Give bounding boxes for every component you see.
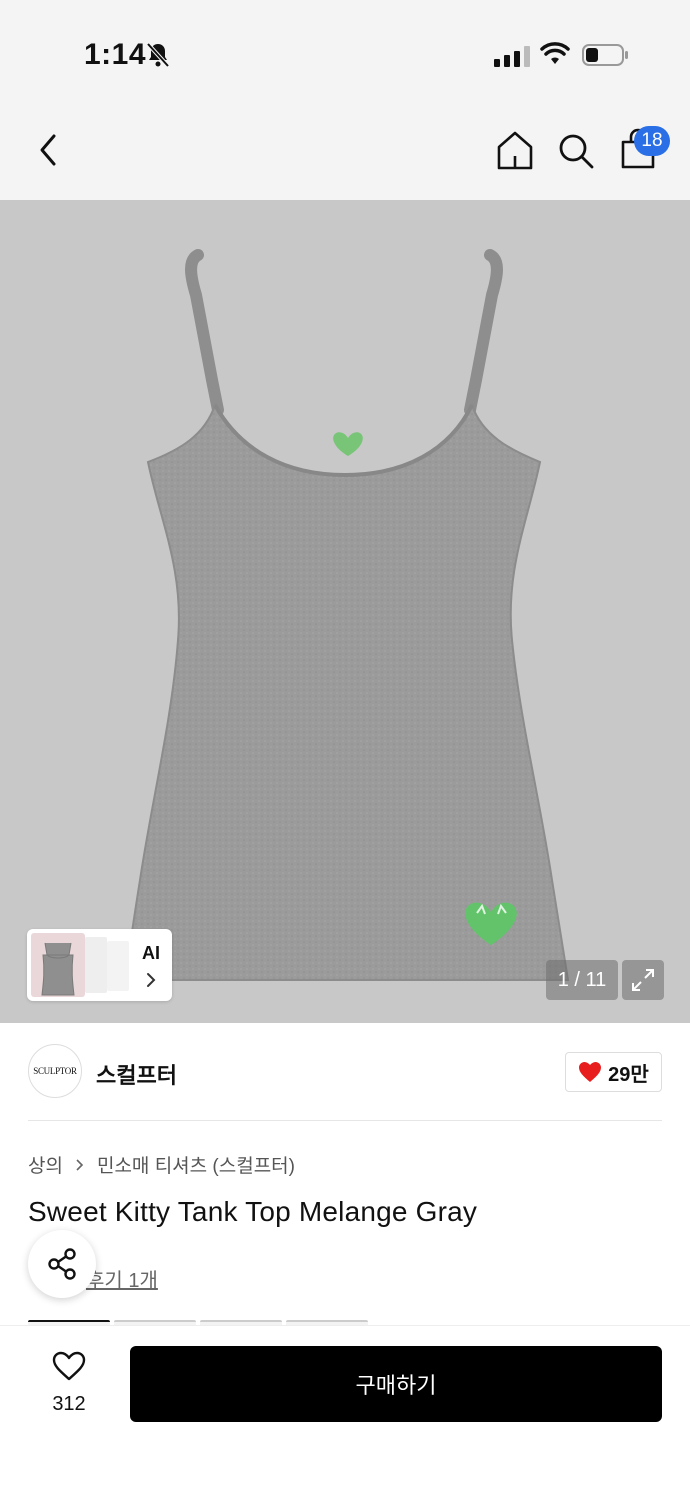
- breadcrumb-item-subcategory[interactable]: 민소매 티셔츠 (스컬프터): [97, 1151, 295, 1178]
- wishlist-count: 312: [52, 1393, 86, 1415]
- cart-count-badge: 18: [634, 126, 670, 156]
- cellular-signal-icon: [494, 45, 530, 67]
- bell-off-icon: [146, 42, 170, 68]
- product-image: [123, 249, 570, 981]
- ai-label: AI: [142, 943, 160, 963]
- ai-thumbnail: [85, 937, 107, 993]
- chevron-right-icon: [147, 973, 156, 987]
- chevron-right-icon: [76, 1158, 84, 1171]
- expand-image-button[interactable]: [622, 960, 664, 1000]
- brand-row: SCULPTOR 스컬프터 29만: [0, 1023, 690, 1121]
- back-icon[interactable]: [34, 132, 64, 168]
- product-image-gallery[interactable]: [0, 200, 690, 1023]
- wishlist-button[interactable]: 312: [30, 1350, 108, 1416]
- brand-logo[interactable]: SCULPTOR: [28, 1044, 82, 1098]
- search-icon[interactable]: [556, 131, 596, 171]
- brand-name[interactable]: 스컬프터: [96, 1058, 177, 1090]
- breadcrumb: 상의 민소매 티셔츠 (스컬프터): [28, 1151, 295, 1178]
- ai-thumbnail: [31, 933, 85, 997]
- wifi-icon: [540, 42, 570, 64]
- battery-icon: [582, 44, 628, 66]
- image-page-counter: 1 / 11: [546, 960, 618, 1000]
- product-title: Sweet Kitty Tank Top Melange Gray: [28, 1196, 478, 1227]
- expand-icon: [632, 969, 654, 991]
- review-link[interactable]: 후기 1개: [86, 1264, 158, 1293]
- status-time: 1:14: [84, 38, 147, 71]
- buy-button[interactable]: 구매하기: [130, 1346, 662, 1422]
- share-button[interactable]: [28, 1230, 96, 1298]
- share-icon: [48, 1248, 76, 1280]
- brand-like-button[interactable]: 29만: [565, 1052, 662, 1092]
- brand-like-count: 29만: [608, 1063, 649, 1086]
- ai-similar-items-button[interactable]: AI: [27, 929, 172, 1001]
- divider: [28, 1120, 662, 1121]
- heart-outline-icon: [52, 1351, 86, 1381]
- breadcrumb-item-category[interactable]: 상의: [28, 1151, 63, 1178]
- ai-thumbnail: [107, 941, 129, 991]
- status-bar: 1:14: [0, 0, 690, 100]
- home-icon[interactable]: [496, 130, 534, 172]
- heart-filled-icon: [579, 1062, 602, 1082]
- bottom-action-bar: 312 구매하기: [0, 1325, 690, 1500]
